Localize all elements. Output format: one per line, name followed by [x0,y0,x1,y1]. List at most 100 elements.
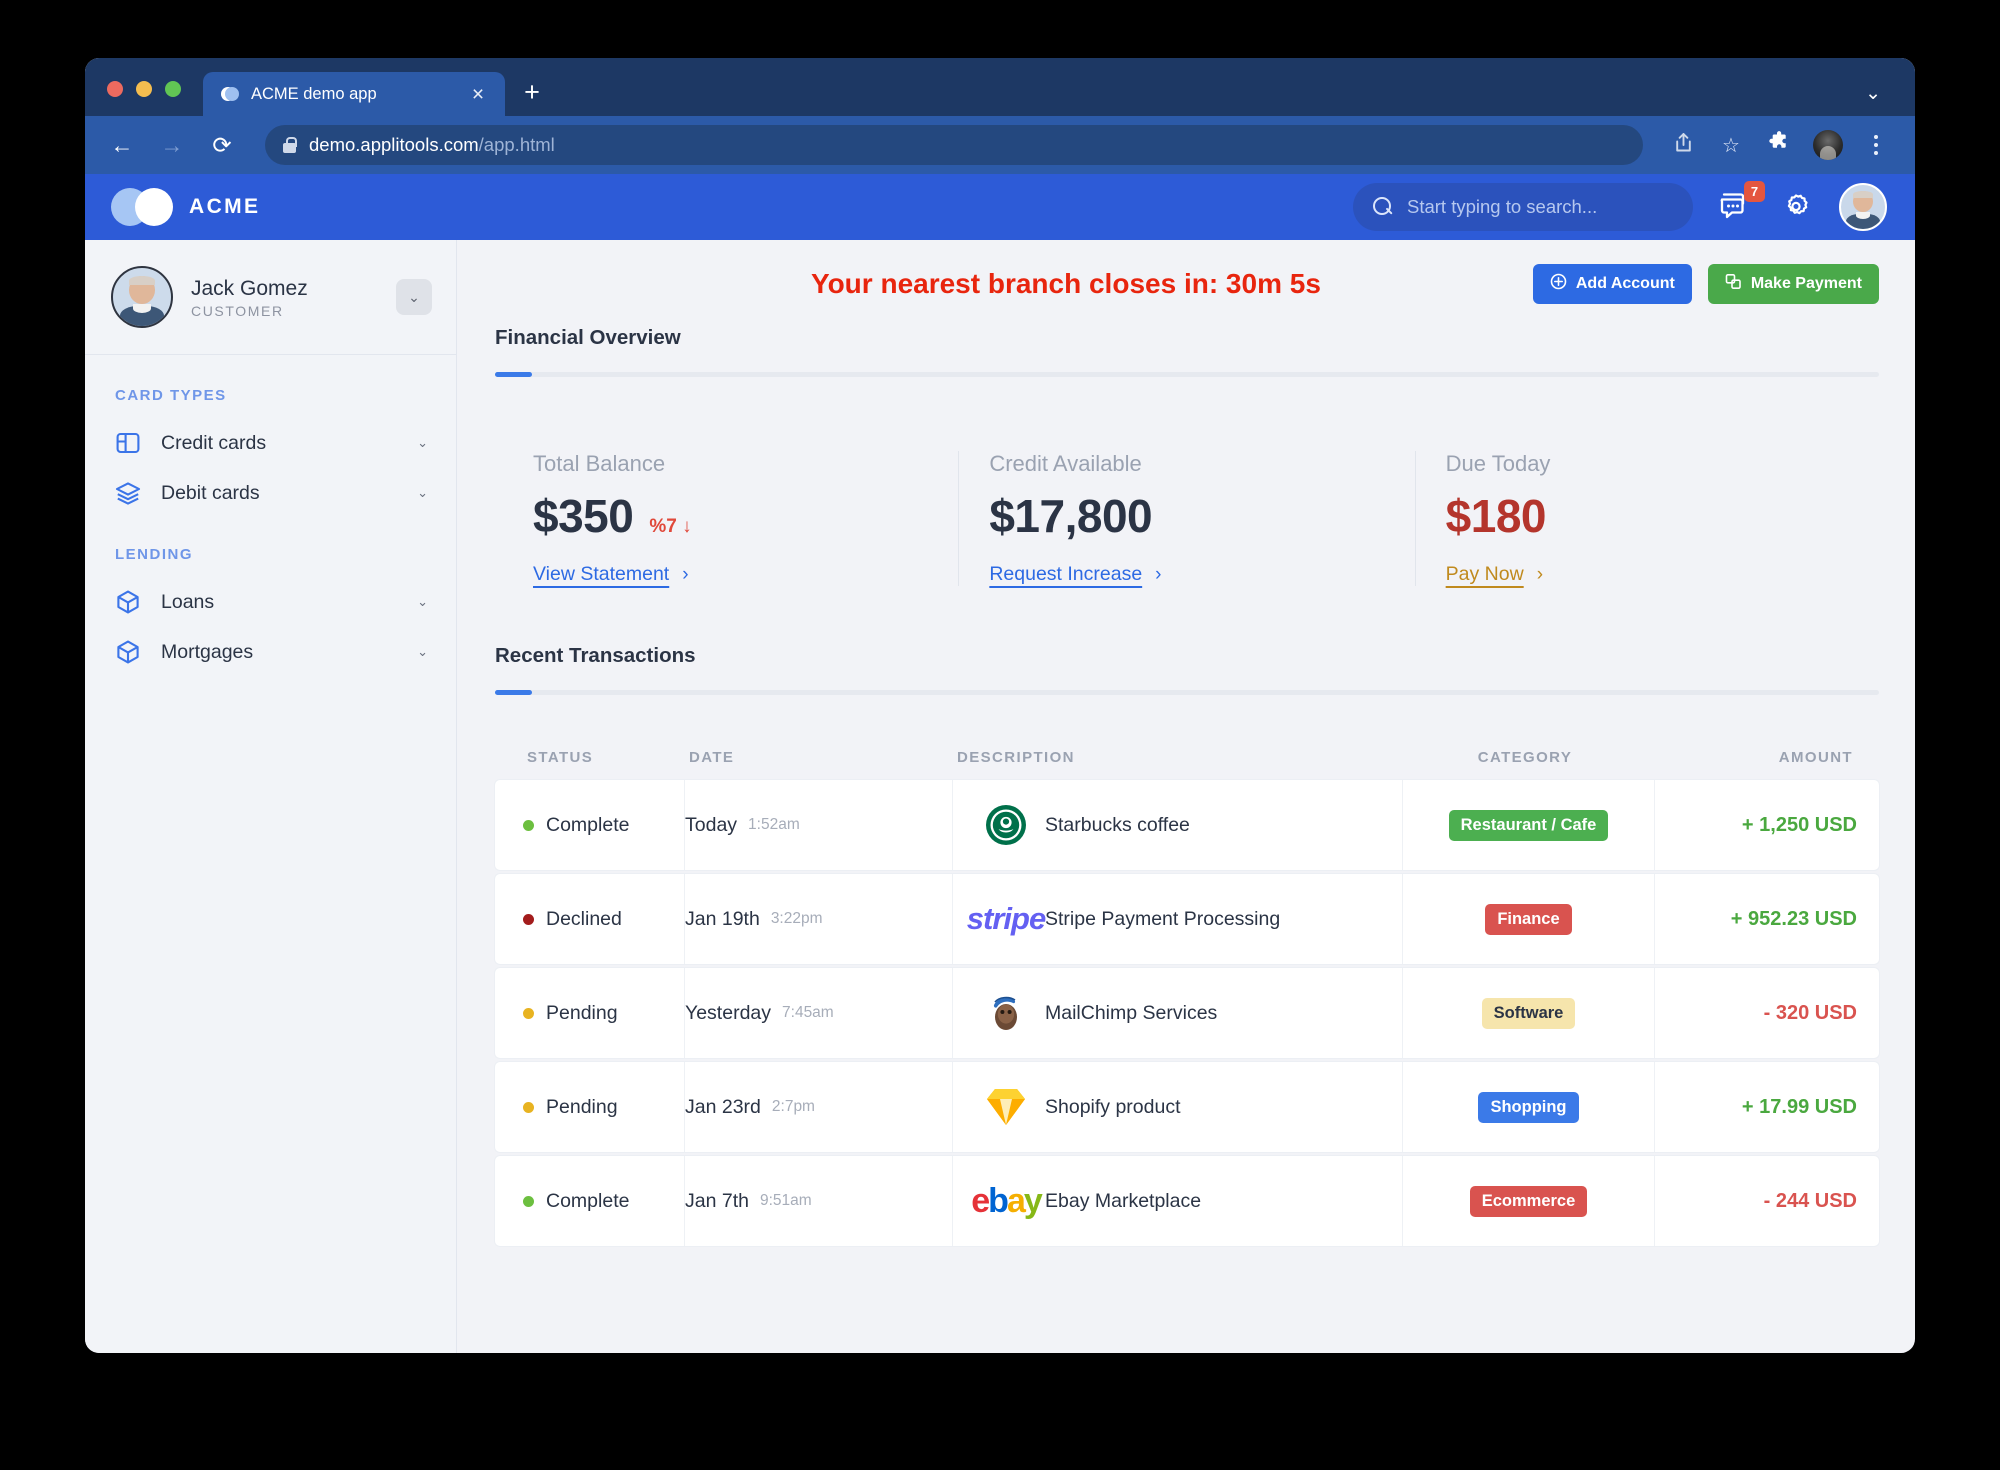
browser-profile-avatar[interactable] [1813,130,1843,160]
column-header-status: STATUS [499,749,689,766]
chevron-down-icon[interactable]: ⌄ [417,594,428,610]
brand[interactable]: ACME [111,188,260,226]
column-header-description: DESCRIPTION [957,749,1399,766]
window-traffic-lights [107,81,181,116]
merchant-label: Shopify product [1045,1096,1181,1119]
sidebar-item-credit-cards[interactable]: Credit cards ⌄ [85,418,456,468]
plus-circle-icon [1550,273,1567,295]
box-icon [115,639,141,665]
cell-description: Starbucks coffee [953,780,1403,870]
table-row[interactable]: PendingJan 23rd2:7pm Shopify product Shopp… [495,1062,1879,1152]
date-label: Jan 23rd [685,1096,761,1119]
sidebar-item-loans[interactable]: Loans ⌄ [85,577,456,627]
chevron-right-icon[interactable]: › [1155,564,1161,586]
cell-amount: + 17.99 USD [1655,1062,1879,1152]
add-account-button[interactable]: Add Account [1533,264,1692,304]
tab-list-chevron-down-icon[interactable]: ⌄ [1865,82,1881,105]
time-label: 1:52am [748,816,800,834]
cell-date: Jan 19th3:22pm [685,874,953,964]
sidebar-item-mortgages[interactable]: Mortgages ⌄ [85,627,456,677]
cell-category: Shopping [1403,1062,1655,1152]
status-label: Declined [546,908,622,931]
sidebar-item-label: Credit cards [161,432,397,455]
merchant-label: Ebay Marketplace [1045,1190,1201,1213]
chevron-down-icon[interactable]: ⌄ [417,485,428,501]
forward-button[interactable]: → [157,134,187,157]
pay-now-link[interactable]: Pay Now [1446,563,1524,586]
column-header-date: DATE [689,749,957,766]
branch-closing-alert: Your nearest branch closes in: 30m 5s [615,268,1517,300]
sidebar-profile[interactable]: Jack Gomez CUSTOMER ⌄ [85,240,456,355]
chevron-down-icon[interactable]: ⌄ [417,644,428,660]
category-badge: Software [1482,998,1576,1029]
minimize-window-button[interactable] [136,81,152,97]
table-row[interactable]: CompleteToday1:52amStarbucks coffeeResta… [495,780,1879,870]
stat-total-balance: Total Balance $350 %7 ↓ View Statement › [503,451,958,586]
back-button[interactable]: ← [107,134,137,157]
cell-amount: + 1,250 USD [1655,780,1879,870]
address-bar-url: demo.applitools.com/app.html [309,134,555,156]
status-label: Pending [546,1002,618,1025]
box-icon [115,589,141,615]
cell-date: Jan 23rd2:7pm [685,1062,953,1152]
profile-dropdown-chevron-down-icon[interactable]: ⌄ [396,279,432,315]
chevron-right-icon[interactable]: › [1537,564,1543,586]
sidebar-nav: CARD TYPES Credit cards ⌄ [85,355,456,677]
category-badge: Shopping [1478,1092,1578,1123]
main-topbar: Your nearest branch closes in: 30m 5s Ad… [495,264,1879,304]
stats-row: Total Balance $350 %7 ↓ View Statement ›… [495,451,1879,586]
cell-description: ebayEbay Marketplace [953,1156,1403,1246]
search-box[interactable] [1353,183,1693,231]
browser-tab-title: ACME demo app [251,85,453,104]
cell-date: Today1:52am [685,780,953,870]
cell-status: Declined [495,874,685,964]
stat-link-row[interactable]: Pay Now › [1446,563,1871,586]
browser-menu-kebab-icon[interactable] [1863,135,1889,155]
chevron-down-icon[interactable]: ⌄ [417,435,428,451]
stat-value-row: $350 %7 ↓ [533,489,958,543]
stat-label: Total Balance [533,451,958,477]
cell-category: Restaurant / Cafe [1403,780,1655,870]
date-label: Jan 7th [685,1190,749,1213]
cell-status: Complete [495,1156,685,1246]
share-icon[interactable] [1669,132,1697,159]
url-path: /app.html [479,134,555,155]
close-tab-button[interactable]: × [465,84,491,105]
messages-button[interactable]: 7 [1719,190,1753,224]
brand-name: ACME [189,195,260,219]
table-row[interactable]: PendingYesterday7:45amMailChimp Services… [495,968,1879,1058]
cell-status: Pending [495,968,685,1058]
sidebar-item-label: Loans [161,591,397,614]
browser-tab[interactable]: ACME demo app × [203,72,505,116]
transactions-table-body: Complete Today1:52amStarbucks coffeeResta… [495,780,1879,1246]
make-payment-button[interactable]: Make Payment [1708,264,1879,304]
column-header-category: CATEGORY [1399,749,1651,766]
chevron-right-icon[interactable]: › [682,564,688,586]
reload-button[interactable]: ⟳ [207,134,237,157]
address-bar[interactable]: demo.applitools.com/app.html [265,125,1643,165]
view-statement-link[interactable]: View Statement [533,563,669,586]
user-avatar[interactable] [1839,183,1887,231]
search-input[interactable] [1407,196,1673,218]
sketch-diamond-logo [983,1084,1029,1130]
maximize-window-button[interactable] [165,81,181,97]
app-body: Jack Gomez CUSTOMER ⌄ CARD TYPES Credit … [85,240,1915,1353]
category-badge: Ecommerce [1470,1186,1588,1217]
amount-label: + 1,250 USD [1742,814,1857,837]
table-row[interactable]: DeclinedJan 19th3:22pmstripeStripe Payme… [495,874,1879,964]
profile-meta: Jack Gomez CUSTOMER [191,275,378,319]
request-increase-link[interactable]: Request Increase [989,563,1142,586]
cell-date: Jan 7th9:51am [685,1156,953,1246]
stat-link-row[interactable]: Request Increase › [989,563,1414,586]
bookmark-star-icon[interactable]: ☆ [1717,133,1745,158]
cell-status: Pending [495,1062,685,1152]
settings-button[interactable] [1779,190,1813,224]
sidebar-item-debit-cards[interactable]: Debit cards ⌄ [85,468,456,518]
app-header: ACME 7 [85,174,1915,240]
status-label: Complete [546,1190,629,1213]
extensions-puzzle-icon[interactable] [1765,131,1793,159]
table-row[interactable]: Complete Jan 7th9:51amebayEbay Marketplac… [495,1156,1879,1246]
new-tab-button[interactable]: + [519,79,545,106]
close-window-button[interactable] [107,81,123,97]
stat-link-row[interactable]: View Statement › [533,563,958,586]
